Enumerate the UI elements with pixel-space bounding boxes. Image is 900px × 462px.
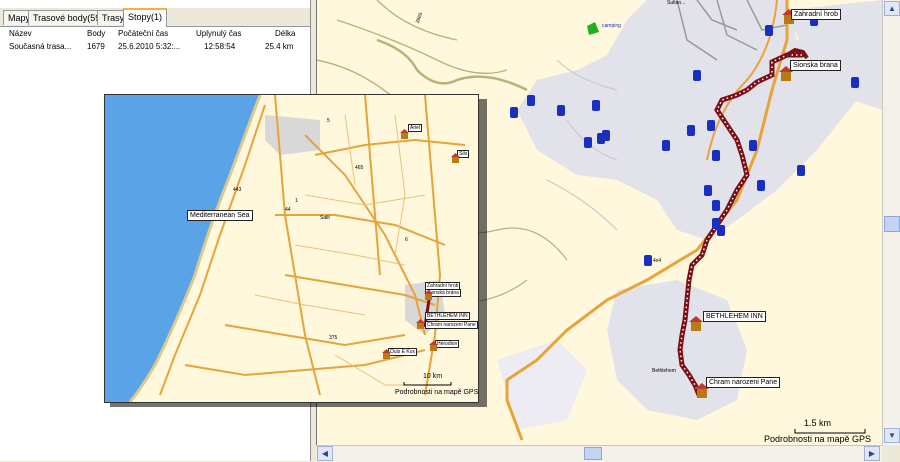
inset-scale-label: 10 km (423, 373, 443, 380)
urban-area-bethlehem (607, 280, 747, 420)
inset-credit: Podrobnosti na mapě GPS (395, 389, 479, 396)
map-credit: Podrobnosti na mapě GPS (764, 434, 872, 444)
label-bethlehem-inn[interactable]: BETHLEHEM INN (703, 311, 766, 322)
label-bethlehem: Bethlehem (652, 368, 676, 374)
vertical-scroll-thumb[interactable] (884, 216, 900, 232)
inset-urban-tel-aviv (265, 115, 320, 155)
cell-elapsed-time: 12:58:54 (204, 42, 236, 51)
cell-start-time: 25.6.2010 5:32:... (118, 42, 181, 51)
scroll-corner (882, 445, 900, 461)
label-4x4: 4x4 (653, 258, 662, 264)
horizontal-scrollbar[interactable]: ◀ ▶ (316, 445, 882, 462)
inset-label-sionska-brana[interactable]: Sionská brána (425, 289, 461, 297)
scale-label: 1.5 km (804, 418, 832, 428)
label-camping: camping (602, 23, 621, 29)
vertical-scrollbar[interactable]: ▲ ▼ (882, 0, 900, 445)
inset-label-road-465: 465 (355, 165, 364, 171)
label-chram[interactable]: Chram narozeni Pane (706, 377, 781, 388)
col-length[interactable]: Délka (275, 29, 295, 38)
inset-label-bethlehem-inn[interactable]: BETHLEHEM INN (425, 312, 470, 320)
tab-bar: Mapy Trasové body(59) Trasy Stopy(1) (0, 8, 310, 27)
label-sionska-brana[interactable]: Sionska brana (790, 60, 841, 71)
sea (105, 95, 260, 402)
inset-label-road-5: 5 (327, 118, 330, 124)
track-list-header: Název Body Počáteční čas Uplynulý čas Dé… (3, 29, 307, 41)
camping-icon (587, 22, 599, 35)
col-elapsed-time[interactable]: Uplynulý čas (196, 29, 241, 38)
inset-label-road-6: 6 (405, 237, 408, 243)
tab-tracks[interactable]: Stopy(1) (123, 8, 168, 27)
col-name[interactable]: Název (9, 29, 32, 38)
road-3965 (376, 38, 528, 92)
inset-label-mediterranean[interactable]: Mediterranean Sea (187, 210, 253, 221)
col-start-time[interactable]: Počáteční čas (118, 29, 168, 38)
inset-label-herodion[interactable]: Herodion (435, 340, 460, 348)
inset-label-salit: Salit (320, 215, 330, 221)
inset-label-ariel[interactable]: Ariel (408, 124, 423, 132)
inset-label-road-1: 1 (295, 198, 298, 204)
col-points[interactable]: Body (87, 29, 105, 38)
cell-name: Současná trasa... (9, 42, 72, 51)
inset-label-road-375: 375 (329, 335, 338, 341)
label-zahradni-hrob[interactable]: Zahradní hrob (791, 9, 841, 20)
inset-overview-map[interactable]: Mediterranean Sea Zahradní hrob Sionská … (104, 94, 479, 403)
scroll-up-button[interactable]: ▲ (884, 1, 900, 16)
table-row[interactable]: Současná trasa... 1679 25.6.2010 5:32:..… (3, 42, 307, 54)
inset-label-road-443: 443 (233, 187, 242, 193)
horizontal-scroll-thumb[interactable] (584, 447, 602, 460)
scroll-left-button[interactable]: ◀ (317, 446, 333, 461)
inset-label-shilo[interactable]: Šilo (457, 150, 470, 158)
inset-label-chram[interactable]: Chram narozeni Pane (425, 321, 478, 329)
cell-length: 25.4 km (265, 42, 294, 51)
scale-bar (794, 429, 866, 434)
label-top: Sultan... (667, 0, 686, 6)
cell-points: 1679 (87, 42, 105, 51)
inset-label-road-44: 44 (285, 207, 291, 213)
inset-label-ouis-e-kox[interactable]: Ouis E Kox (388, 348, 418, 356)
scroll-right-button[interactable]: ▶ (864, 446, 880, 461)
scroll-down-button[interactable]: ▼ (884, 428, 900, 443)
